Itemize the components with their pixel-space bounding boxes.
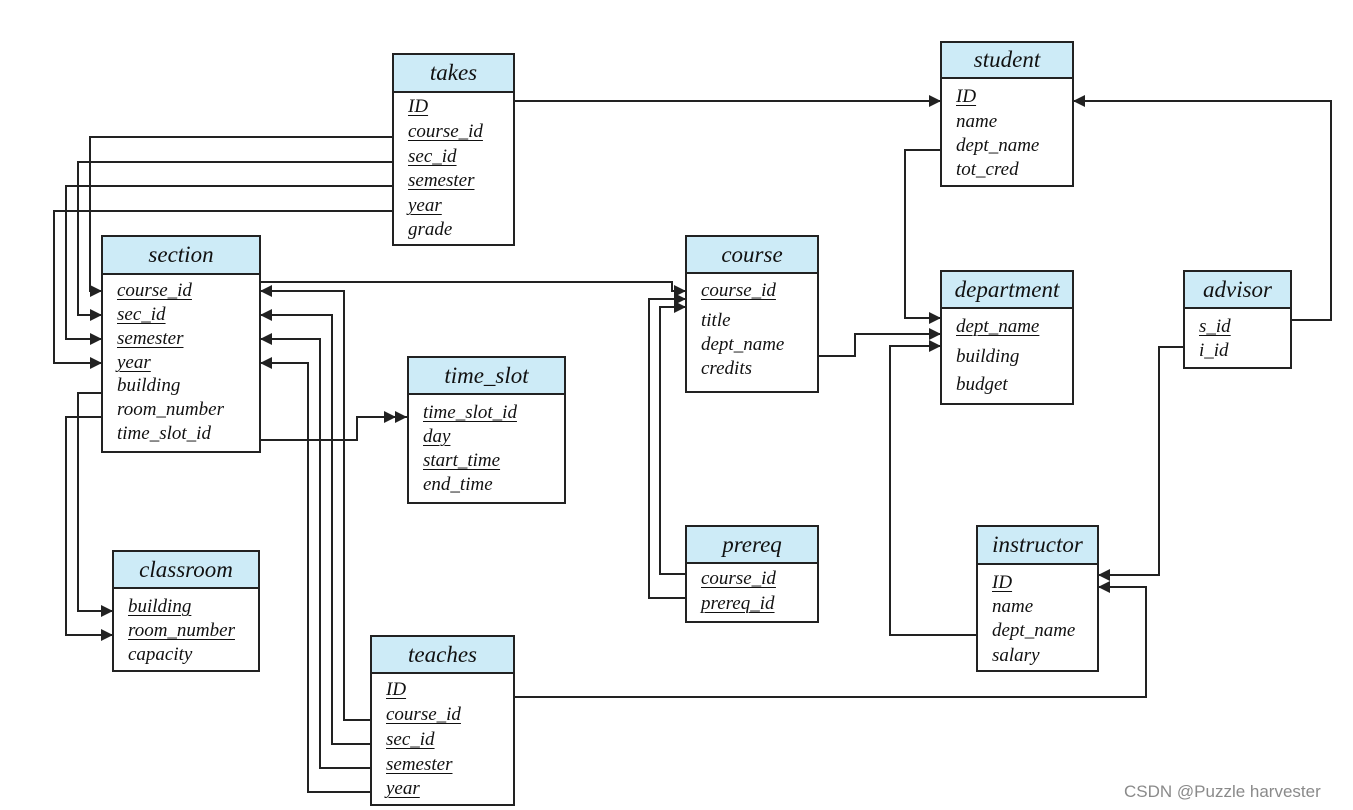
primary-key-attribute: start_time (423, 450, 501, 471)
table-classroom: classroom building room_number capacity (112, 550, 260, 672)
table-takes: takes ID course_id sec_id semester year grade (392, 53, 515, 246)
primary-key-attribute: building (128, 596, 192, 617)
fk-line-prereq-prereq-id-to-course-course-id (648, 293, 686, 599)
primary-key-attribute: course_id (408, 121, 483, 142)
fk-line-prereq-course-id-to-course-course-id (659, 301, 686, 575)
fk-line-teaches-year-to-section-year (260, 357, 370, 793)
table-title: time_slot (409, 358, 564, 395)
primary-key-attribute: course_id (701, 568, 776, 589)
primary-key-attribute: s_id (1199, 316, 1231, 337)
attribute: dept_name (992, 620, 1076, 641)
table-title: student (942, 43, 1072, 79)
table-prereq: prereq course_id prereq_id (685, 525, 819, 623)
primary-key-attribute: year (386, 778, 420, 799)
table-title: department (942, 272, 1072, 309)
attribute: credits (701, 358, 753, 379)
fk-line-section-time-slot-id-to-time-slot-time-slot-id (261, 411, 407, 441)
table-title: instructor (978, 527, 1097, 565)
table-section: section course_id sec_id semester year buildi… (101, 235, 261, 453)
primary-key-attribute: room_number (128, 620, 235, 641)
table-title: course (687, 237, 817, 274)
primary-key-attribute: ID (992, 572, 1013, 593)
primary-key-attribute: day (423, 426, 451, 447)
table-title: section (103, 237, 259, 275)
attribute: end_time (423, 474, 493, 495)
attribute: room_number (117, 399, 224, 420)
attribute: capacity (128, 644, 193, 665)
attribute: dept_name (956, 135, 1040, 156)
attribute: dept_name (701, 334, 785, 355)
primary-key-attribute: course_id (701, 280, 776, 301)
fk-line-teaches-sec-id-to-section-sec-id (260, 309, 370, 745)
attribute: time_slot_id (117, 423, 211, 444)
table-title: takes (394, 55, 513, 93)
attribute: building (956, 346, 1020, 367)
primary-key-attribute: dept_name (956, 316, 1040, 337)
primary-key-attribute: semester (386, 754, 453, 775)
table-instructor: instructor ID name dept_namesalary (976, 525, 1099, 672)
attribute: salary (992, 645, 1040, 666)
primary-key-attribute: course_id (117, 280, 192, 301)
primary-key-attribute: year (408, 195, 442, 216)
primary-key-attribute: time_slot_id (423, 402, 517, 423)
table-time-slot: time_slot time_slot_idday start_time end_ti… (407, 356, 566, 504)
table-course: course course_idtitle dept_namecredits (685, 235, 819, 393)
primary-key-attribute: sec_id (386, 729, 435, 750)
table-title: teaches (372, 637, 513, 674)
table-teaches: teaches ID course_id sec_id semester year (370, 635, 515, 806)
attribute: name (992, 596, 1034, 617)
primary-key-attribute: semester (117, 328, 184, 349)
table-student: student ID name dept_name tot_cred (940, 41, 1074, 187)
primary-key-attribute: prereq_id (701, 593, 775, 614)
attribute: building (117, 375, 181, 396)
table-title: prereq (687, 527, 817, 564)
primary-key-attribute: ID (386, 679, 407, 700)
fk-line-teaches-course-id-to-section-course-id (260, 285, 370, 721)
attribute: grade (408, 219, 453, 240)
fk-line-teaches-semester-to-section-semester (260, 333, 370, 769)
primary-key-attribute: ID (408, 96, 429, 117)
attribute: budget (956, 374, 1008, 395)
table-title: classroom (114, 552, 258, 589)
attribute: name (956, 111, 998, 132)
schema-diagram: CSDN @Puzzle harvester takes ID course_id s… (0, 0, 1353, 810)
primary-key-attribute: course_id (386, 704, 461, 725)
primary-key-attribute: sec_id (408, 146, 457, 167)
primary-key-attribute: year (117, 352, 151, 373)
attribute: title (701, 310, 731, 331)
fk-line-advisor-i-id-to-instructor-ID (1098, 346, 1183, 581)
fk-line-student-dept-name-to-department-dept-name (904, 149, 941, 324)
table-department: department dept_name building budget (940, 270, 1074, 405)
attribute: i_id (1199, 340, 1229, 361)
watermark: CSDN @Puzzle harvester (1124, 782, 1321, 801)
primary-key-attribute: semester (408, 170, 475, 191)
fk-line-section-course-id-to-course-course-id (261, 281, 686, 297)
attribute: tot_cred (956, 159, 1019, 180)
primary-key-attribute: sec_id (117, 304, 166, 325)
table-advisor: advisor s_id i_id (1183, 270, 1292, 369)
primary-key-attribute: ID (956, 86, 977, 107)
table-title: advisor (1185, 272, 1290, 309)
